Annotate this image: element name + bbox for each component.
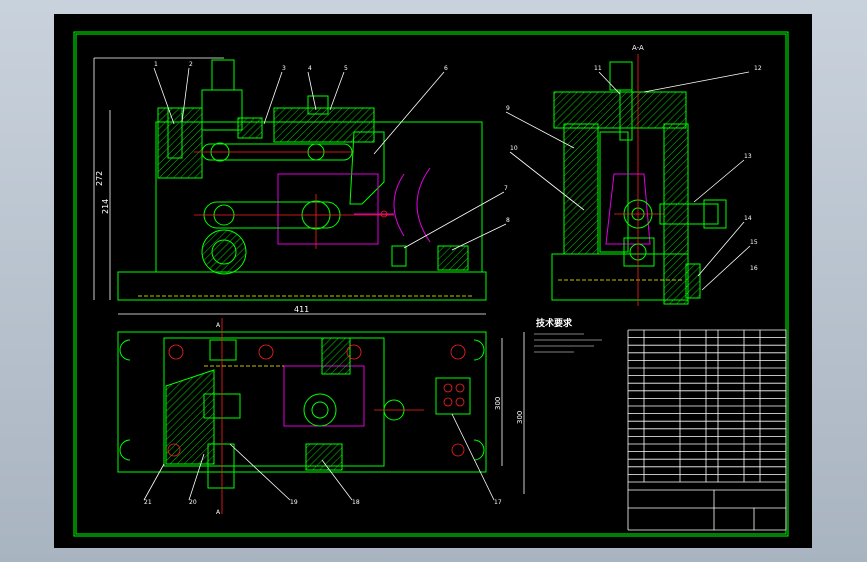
balloon-number: 8 bbox=[506, 217, 510, 224]
balloon-number: 10 bbox=[510, 145, 518, 152]
top-view bbox=[117, 318, 525, 514]
section-label: A-A bbox=[632, 44, 644, 52]
balloon-number: 2 bbox=[189, 61, 193, 68]
balloon-number: 19 bbox=[290, 499, 298, 506]
balloon-number: 12 bbox=[754, 65, 762, 72]
tech-notes-lines bbox=[534, 333, 602, 353]
balloon-number: 11 bbox=[594, 65, 602, 72]
balloon-number: 6 bbox=[444, 65, 448, 72]
balloon-number: 9 bbox=[506, 105, 510, 112]
balloon-number: 16 bbox=[750, 265, 758, 272]
dim-base-width: 411 bbox=[294, 305, 309, 314]
balloon-number: 14 bbox=[744, 215, 752, 222]
balloon-number: 20 bbox=[189, 499, 197, 506]
dim-height-2: 214 bbox=[101, 199, 110, 214]
balloon-number: 21 bbox=[144, 499, 152, 506]
balloon-number: 18 bbox=[352, 499, 360, 506]
bom-table bbox=[627, 329, 787, 531]
section-marker-bottom: A bbox=[216, 509, 221, 516]
balloon-number: 4 bbox=[308, 65, 312, 72]
section-view bbox=[505, 54, 751, 306]
balloon-number: 7 bbox=[504, 185, 508, 192]
dim-overall-height: 272 bbox=[95, 171, 104, 186]
balloon-number: 1 bbox=[154, 61, 158, 68]
front-view bbox=[93, 57, 507, 315]
section-marker-top: A bbox=[216, 322, 221, 329]
drawing-canvas: 272 214 411 300 300 A-A A A 技术要求 1 23 4 5 67… bbox=[73, 31, 789, 537]
balloon-number: 5 bbox=[344, 65, 348, 72]
balloon-number: 13 bbox=[744, 153, 752, 160]
balloon-number: 17 bbox=[494, 499, 502, 506]
dim-right-2: 300 bbox=[516, 411, 524, 424]
cad-viewport[interactable]: 272 214 411 300 300 A-A A A 技术要求 1234567… bbox=[54, 14, 812, 548]
balloon-number: 15 bbox=[750, 239, 758, 246]
balloon-number: 3 bbox=[282, 65, 286, 72]
tech-requirements-title: 技术要求 bbox=[536, 317, 573, 329]
dim-right-1: 300 bbox=[494, 397, 502, 410]
